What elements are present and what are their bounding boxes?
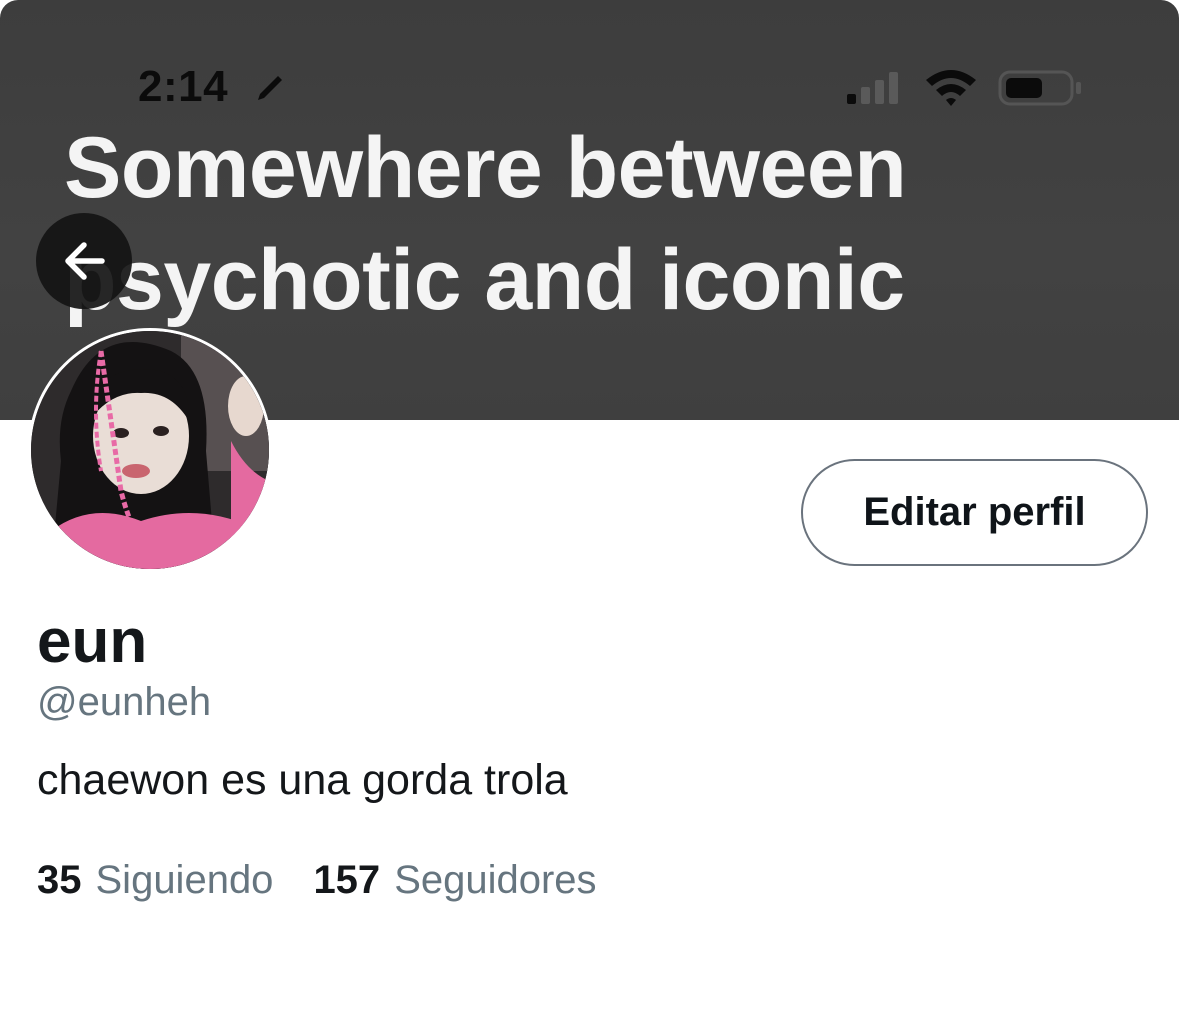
battery-icon: [998, 70, 1081, 106]
avatar[interactable]: [28, 328, 272, 572]
user-handle: @eunheh: [37, 680, 212, 724]
signal-icon: [847, 72, 898, 104]
following-label: Siguiendo: [95, 858, 274, 902]
follow-stats: 35 Siguiendo 157 Seguidores: [37, 858, 597, 903]
followers-count: 157: [313, 858, 381, 902]
avatar-photo: [31, 331, 269, 569]
profile-bio: chaewon es una gorda trola: [37, 756, 568, 804]
arrow-left-icon: [65, 242, 105, 280]
following-count: 35: [37, 858, 82, 902]
banner-text: Somewhere between psychotic and iconic: [64, 120, 907, 328]
status-time: 2:14: [138, 62, 229, 111]
edit-profile-button[interactable]: Editar perfil: [801, 459, 1148, 566]
display-name: eun: [37, 607, 148, 676]
followers-label: Seguidores: [394, 858, 597, 902]
pencil-icon: [258, 76, 282, 100]
following-link[interactable]: 35 Siguiendo: [37, 858, 273, 903]
wifi-icon: [926, 70, 976, 106]
back-button[interactable]: [36, 213, 132, 309]
followers-link[interactable]: 157 Seguidores: [313, 858, 596, 903]
